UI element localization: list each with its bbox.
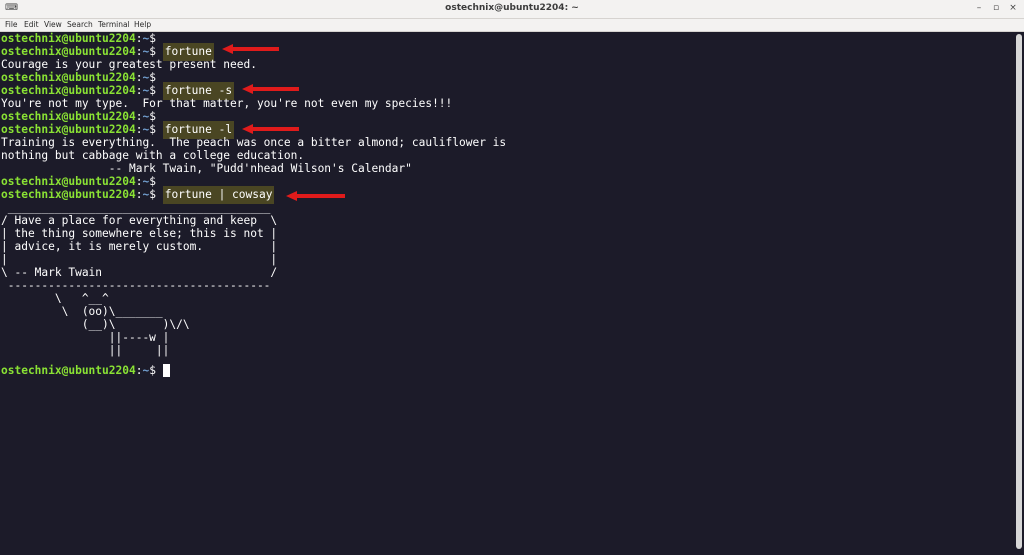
command-line-fortune-s: ostechnix@ubuntu2204:~$ fortune -s [1, 82, 235, 100]
command-line-fortune-cowsay: ostechnix@ubuntu2204:~$ fortune | cowsay [1, 186, 275, 204]
title-bar[interactable]: ⌨ ostechnix@ubuntu2204: ~ – ▫ × [0, 0, 1024, 19]
prompt-dollar: $ [149, 175, 163, 188]
menu-terminal[interactable]: Terminal [98, 20, 130, 29]
cowsay-line: | | [1, 253, 278, 266]
terminal-window: ⌨ ostechnix@ubuntu2204: ~ – ▫ × File Edi… [0, 0, 1024, 555]
menu-search[interactable]: Search [67, 20, 93, 29]
terminal-output[interactable]: ostechnix@ubuntu2204:~$ ostechnix@ubuntu… [0, 32, 1012, 555]
prompt-user: ostechnix@ubuntu2204 [1, 188, 136, 201]
prompt-user: ostechnix@ubuntu2204 [1, 32, 136, 45]
output-line: nothing but cabbage with a college educa… [1, 149, 305, 162]
cowsay-line: || || [1, 344, 170, 357]
command-line-fortune-l: ostechnix@ubuntu2204:~$ fortune -l [1, 121, 235, 139]
prompt-dollar: $ [149, 45, 163, 58]
prompt-user: ostechnix@ubuntu2204 [1, 45, 136, 58]
prompt-dollar: $ [149, 84, 163, 97]
output-line: -- Mark Twain, "Pudd'nhead Wilson's Cale… [1, 162, 412, 175]
cowsay-line: | the thing somewhere else; this is not … [1, 227, 278, 240]
arrow-icon [242, 124, 299, 134]
prompt-user: ostechnix@ubuntu2204 [1, 364, 136, 377]
vertical-scrollbar[interactable] [1013, 32, 1024, 555]
cowsay-line: --------------------------------------- [1, 279, 271, 292]
arrow-icon [286, 191, 345, 201]
scrollbar-thumb[interactable] [1016, 34, 1022, 549]
prompt-dollar: $ [149, 123, 163, 136]
prompt-user: ostechnix@ubuntu2204 [1, 71, 136, 84]
prompt-user: ostechnix@ubuntu2204 [1, 84, 136, 97]
close-icon[interactable]: × [1006, 3, 1020, 13]
prompt-dollar: $ [149, 32, 163, 45]
window-title: ostechnix@ubuntu2204: ~ [445, 3, 579, 13]
output-line: You're not my type. For that matter, you… [1, 97, 453, 110]
prompt-user: ostechnix@ubuntu2204 [1, 110, 136, 123]
menu-file[interactable]: File [5, 20, 18, 29]
prompt-line: ostechnix@ubuntu2204:~$ [1, 32, 163, 45]
prompt-line: ostechnix@ubuntu2204:~$ [1, 110, 163, 123]
minimize-icon[interactable]: – [972, 3, 986, 13]
output-line: Courage is your greatest present need. [1, 58, 257, 71]
prompt-user: ostechnix@ubuntu2204 [1, 175, 136, 188]
cowsay-line: (__)\ )\/\ [1, 318, 190, 331]
menu-help[interactable]: Help [134, 20, 151, 29]
text-cursor [162, 364, 170, 377]
maximize-icon[interactable]: ▫ [989, 3, 1003, 13]
cowsay-line: | advice, it is merely custom. | [1, 240, 278, 253]
active-prompt-line[interactable]: ostechnix@ubuntu2204:~$ [1, 364, 170, 377]
cowsay-line: \ (oo)\_______ [1, 305, 163, 318]
cowsay-line: \ ^__^ [1, 292, 109, 305]
cowsay-line: / Have a place for everything and keep \ [1, 214, 278, 227]
arrow-icon [242, 84, 299, 94]
menu-bar: File Edit View Search Terminal Help [0, 19, 1024, 32]
prompt-dollar: $ [149, 188, 163, 201]
command-line-fortune: ostechnix@ubuntu2204:~$ fortune [1, 43, 214, 61]
cowsay-line: \ -- Mark Twain / [1, 266, 278, 279]
arrow-icon [222, 44, 279, 54]
prompt-dollar: $ [149, 364, 163, 377]
menu-view[interactable]: View [44, 20, 62, 29]
output-line: Training is everything. The peach was on… [1, 136, 507, 149]
prompt-dollar: $ [149, 110, 163, 123]
prompt-user: ostechnix@ubuntu2204 [1, 123, 136, 136]
prompt-line: ostechnix@ubuntu2204:~$ [1, 175, 163, 188]
prompt-line: ostechnix@ubuntu2204:~$ [1, 71, 163, 84]
cowsay-line: _______________________________________ [1, 201, 271, 214]
menu-edit[interactable]: Edit [24, 20, 39, 29]
cowsay-line: ||----w | [1, 331, 170, 344]
prompt-dollar: $ [149, 71, 163, 84]
